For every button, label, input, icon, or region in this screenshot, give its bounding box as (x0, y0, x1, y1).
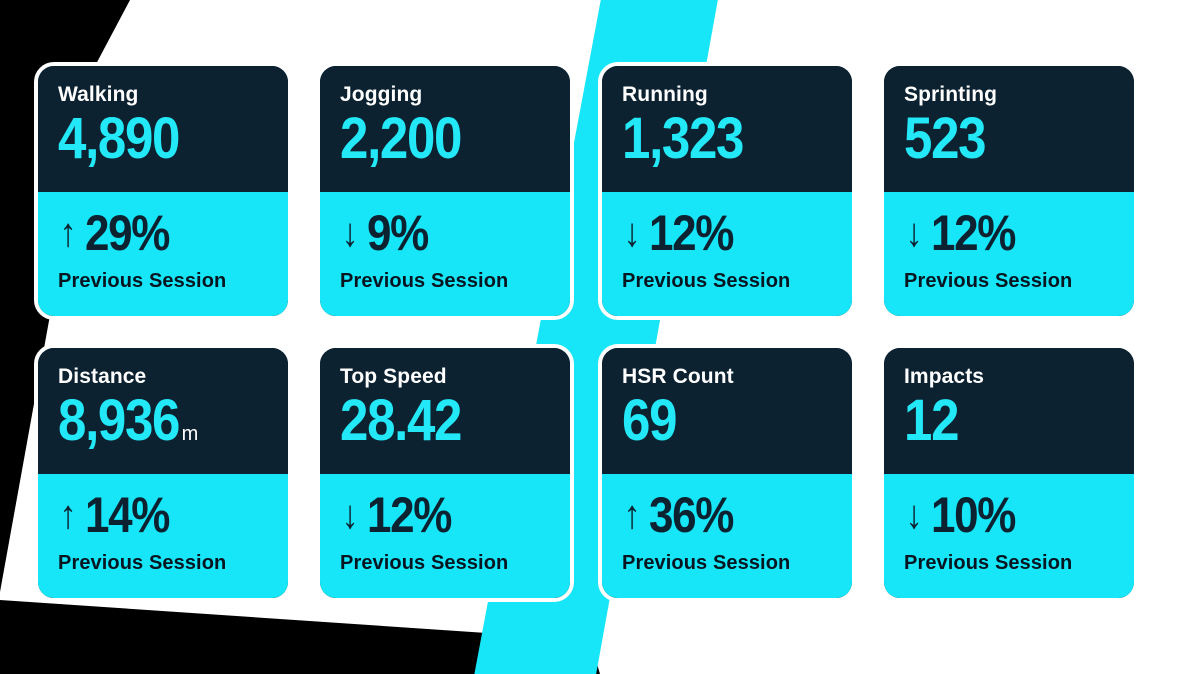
stat-card-distance[interactable]: Distance 8,936 m ↑ 14% Previous Session (34, 344, 292, 602)
delta-percent: 10% (931, 487, 1016, 544)
card-title: Top Speed (340, 365, 447, 388)
card-comparison: ↓ 12% Previous Session (884, 192, 1134, 316)
card-header: Walking 4,890 (38, 66, 288, 193)
card-title: Walking (58, 83, 139, 106)
card-title: Impacts (904, 365, 985, 388)
delta-row: ↓ 12% (904, 208, 1027, 258)
card-value: 12 (904, 388, 959, 453)
arrow-up-icon: ↑ (59, 211, 77, 256)
stat-card-hsr-count[interactable]: HSR Count 69 ↑ 36% Previous Session (598, 344, 856, 602)
delta-percent: 9% (367, 205, 429, 262)
stat-card-impacts[interactable]: Impacts 12 ↓ 10% Previous Session (880, 344, 1138, 602)
card-value-row: 2,200 (340, 109, 478, 168)
delta-row: ↓ 9% (340, 208, 436, 258)
card-title: Running (622, 83, 708, 106)
card-value: 69 (622, 388, 677, 453)
card-header: Impacts 12 (884, 348, 1134, 475)
card-value-row: 4,890 (58, 109, 196, 168)
arrow-down-icon: ↓ (341, 493, 359, 538)
delta-caption: Previous Session (622, 270, 791, 293)
arrow-down-icon: ↓ (905, 211, 923, 256)
card-comparison: ↑ 29% Previous Session (38, 192, 288, 316)
card-value-row: 12 (904, 391, 966, 450)
card-title: Jogging (340, 83, 423, 106)
delta-row: ↓ 12% (622, 208, 745, 258)
delta-caption: Previous Session (58, 270, 227, 293)
card-comparison: ↑ 36% Previous Session (602, 474, 852, 598)
delta-row: ↑ 14% (58, 490, 181, 540)
delta-percent: 36% (649, 487, 734, 544)
card-value-row: 69 (622, 391, 684, 450)
delta-row: ↑ 29% (58, 208, 181, 258)
card-value-row: 1,323 (622, 109, 760, 168)
card-comparison: ↓ 12% Previous Session (320, 474, 570, 598)
card-value-row: 523 (904, 109, 996, 168)
delta-row: ↓ 10% (904, 490, 1027, 540)
delta-caption: Previous Session (340, 552, 509, 575)
stat-card-running[interactable]: Running 1,323 ↓ 12% Previous Session (598, 62, 856, 320)
card-comparison: ↓ 9% Previous Session (320, 192, 570, 316)
delta-percent: 12% (367, 487, 452, 544)
delta-caption: Previous Session (622, 552, 791, 575)
card-header: HSR Count 69 (602, 348, 852, 475)
delta-percent: 12% (649, 205, 734, 262)
delta-caption: Previous Session (340, 270, 509, 293)
card-header: Sprinting 523 (884, 66, 1134, 193)
stat-card-jogging[interactable]: Jogging 2,200 ↓ 9% Previous Session (316, 62, 574, 320)
card-title: HSR Count (622, 365, 734, 388)
delta-percent: 14% (85, 487, 170, 544)
stat-card-top-speed[interactable]: Top Speed 28.42 ↓ 12% Previous Session (316, 344, 574, 602)
arrow-down-icon: ↓ (341, 211, 359, 256)
delta-percent: 29% (85, 205, 170, 262)
card-value: 4,890 (58, 106, 180, 171)
arrow-down-icon: ↓ (623, 211, 641, 256)
card-value-row: 8,936 m (58, 391, 198, 450)
card-header: Distance 8,936 m (38, 348, 288, 475)
card-value-row: 28.42 (340, 391, 478, 450)
card-unit: m (181, 423, 199, 445)
delta-caption: Previous Session (58, 552, 227, 575)
stats-dashboard: Walking 4,890 ↑ 29% Previous Session Jog… (0, 0, 1200, 674)
card-header: Jogging 2,200 (320, 66, 570, 193)
card-header: Top Speed 28.42 (320, 348, 570, 475)
arrow-down-icon: ↓ (905, 493, 923, 538)
card-title: Distance (58, 365, 147, 388)
delta-row: ↑ 36% (622, 490, 745, 540)
delta-percent: 12% (931, 205, 1016, 262)
card-title: Sprinting (904, 83, 998, 106)
card-value: 8,936 (58, 388, 180, 453)
delta-caption: Previous Session (904, 552, 1073, 575)
delta-row: ↓ 12% (340, 490, 463, 540)
card-value: 2,200 (340, 106, 462, 171)
stat-card-walking[interactable]: Walking 4,890 ↑ 29% Previous Session (34, 62, 292, 320)
delta-caption: Previous Session (904, 270, 1073, 293)
card-comparison: ↓ 12% Previous Session (602, 192, 852, 316)
arrow-up-icon: ↑ (623, 493, 641, 538)
card-value: 28.42 (340, 388, 462, 453)
stat-card-grid: Walking 4,890 ↑ 29% Previous Session Jog… (34, 62, 1138, 602)
card-comparison: ↑ 14% Previous Session (38, 474, 288, 598)
arrow-up-icon: ↑ (59, 493, 77, 538)
card-header: Running 1,323 (602, 66, 852, 193)
card-value: 1,323 (622, 106, 744, 171)
card-comparison: ↓ 10% Previous Session (884, 474, 1134, 598)
card-value: 523 (904, 106, 987, 171)
stat-card-sprinting[interactable]: Sprinting 523 ↓ 12% Previous Session (880, 62, 1138, 320)
